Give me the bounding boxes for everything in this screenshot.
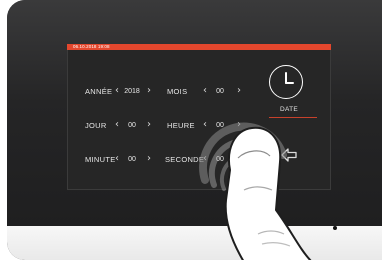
product-photo: 06.10.2018 19:08 ANNÉE ‹ 2018 › MOIS ‹ 0… xyxy=(0,0,382,260)
status-led xyxy=(333,226,337,230)
seconde-decrement-button[interactable]: ‹ xyxy=(203,154,207,164)
label-mois: MOIS xyxy=(167,87,188,96)
annee-increment-button[interactable]: › xyxy=(147,86,151,96)
mois-decrement-button[interactable]: ‹ xyxy=(203,86,207,96)
minute-decrement-button[interactable]: ‹ xyxy=(115,154,119,164)
label-seconde: SECONDE xyxy=(165,155,205,164)
status-datetime: 06.10.2018 19:08 xyxy=(73,44,110,49)
mois-increment-button[interactable]: › xyxy=(237,86,241,96)
device-panel: 06.10.2018 19:08 ANNÉE ‹ 2018 › MOIS ‹ 0… xyxy=(7,0,382,260)
back-arrow-icon[interactable] xyxy=(281,148,297,162)
minute-increment-button[interactable]: › xyxy=(147,154,151,164)
date-underline xyxy=(269,117,317,118)
label-minute: MINUTE xyxy=(85,155,116,164)
date-button[interactable]: DATE xyxy=(269,65,317,119)
date-button-label: DATE xyxy=(280,106,299,113)
value-mois: 00 xyxy=(216,88,224,95)
heure-decrement-button[interactable]: ‹ xyxy=(203,120,207,130)
annee-decrement-button[interactable]: ‹ xyxy=(115,86,119,96)
jour-decrement-button[interactable]: ‹ xyxy=(115,120,119,130)
value-jour: 00 xyxy=(128,122,136,129)
label-jour: JOUR xyxy=(85,121,107,130)
value-heure: 00 xyxy=(216,122,224,129)
status-bar: 06.10.2018 19:08 xyxy=(67,44,331,50)
jour-increment-button[interactable]: › xyxy=(147,120,151,130)
value-seconde: 00 xyxy=(216,156,224,163)
value-minute: 00 xyxy=(128,156,136,163)
touch-screen: 06.10.2018 19:08 ANNÉE ‹ 2018 › MOIS ‹ 0… xyxy=(67,44,331,190)
device-base xyxy=(7,226,382,260)
label-annee: ANNÉE xyxy=(85,87,113,96)
heure-increment-button[interactable]: › xyxy=(237,120,241,130)
value-annee: 2018 xyxy=(124,88,140,95)
clock-hand-minute xyxy=(285,82,294,84)
seconde-increment-button[interactable]: › xyxy=(237,154,241,164)
label-heure: HEURE xyxy=(167,121,195,130)
